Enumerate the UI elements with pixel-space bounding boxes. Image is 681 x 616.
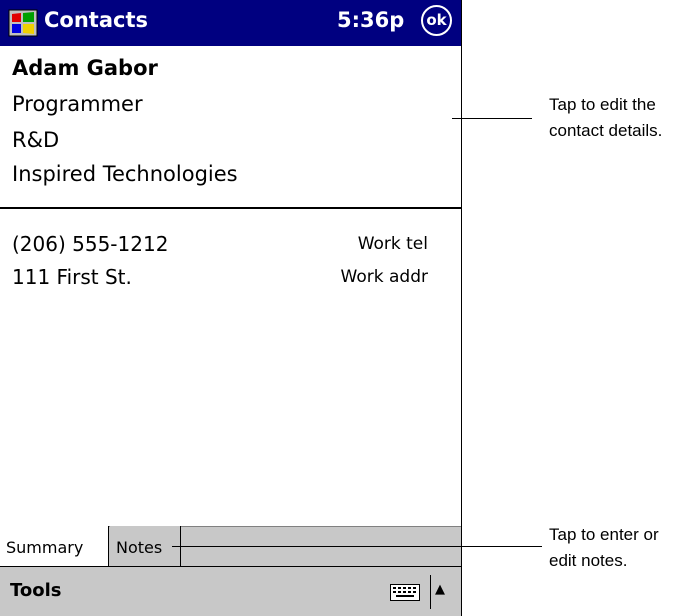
contact-job-title: Programmer	[12, 92, 143, 116]
tab-notes[interactable]: Notes	[110, 526, 181, 566]
callout-details-line1: Tap to edit the	[549, 95, 656, 114]
pocketpc-screen: Contacts 5:36p ok Adam Gabor Programmer …	[0, 0, 462, 616]
detail-row-work-tel[interactable]: (206) 555-1212 Work tel	[0, 232, 461, 262]
contact-name: Adam Gabor	[12, 56, 158, 80]
callout-details-line2: contact details.	[549, 121, 663, 140]
contact-company: Inspired Technologies	[12, 162, 238, 186]
header-divider	[0, 207, 461, 209]
detail-value: (206) 555-1212	[12, 232, 169, 256]
detail-value: 111 First St.	[12, 265, 132, 289]
sip-separator	[430, 575, 431, 609]
contact-department: R&D	[12, 128, 60, 152]
detail-label: Work addr	[340, 267, 428, 287]
title-bar: Contacts 5:36p ok	[0, 0, 461, 46]
tab-summary[interactable]: Summary	[0, 526, 109, 566]
contact-header[interactable]: Adam Gabor Programmer R&D Inspired Techn…	[0, 46, 461, 208]
callout-line-details	[452, 118, 532, 119]
callout-details: Tap to edit the contact details.	[549, 92, 662, 144]
windows-start-icon[interactable]	[8, 9, 38, 37]
callout-notes: Tap to enter or edit notes.	[549, 522, 659, 574]
app-title: Contacts	[44, 8, 148, 32]
tools-menu[interactable]: Tools	[10, 580, 62, 601]
ok-button[interactable]: ok	[421, 5, 452, 36]
callout-notes-line2: edit notes.	[549, 551, 628, 570]
clock[interactable]: 5:36p	[337, 8, 404, 32]
detail-label: Work tel	[357, 234, 428, 254]
menu-bar: Tools ▲	[0, 566, 461, 616]
callout-line-notes	[172, 546, 542, 547]
callout-notes-line1: Tap to enter or	[549, 525, 659, 544]
detail-row-work-addr[interactable]: 111 First St. Work addr	[0, 265, 461, 295]
sip-arrow-icon[interactable]: ▲	[435, 582, 445, 597]
keyboard-icon[interactable]	[390, 584, 420, 601]
